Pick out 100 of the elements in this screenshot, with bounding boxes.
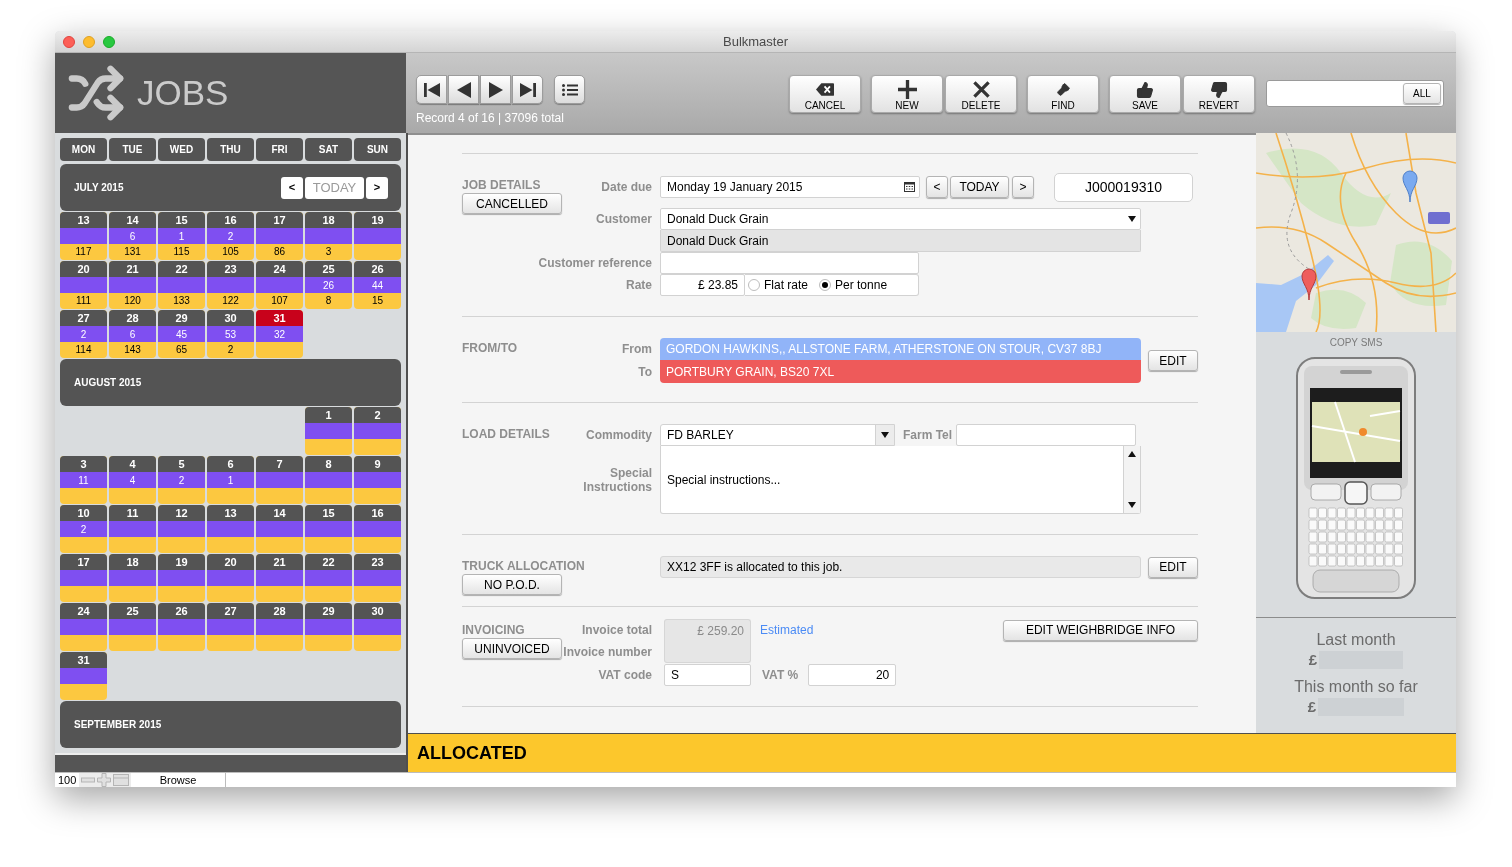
date-field[interactable]: Monday 19 January 2015	[660, 176, 920, 198]
calendar-day[interactable]: 22 133	[158, 261, 205, 309]
job-status-label: ALLOCATED	[417, 741, 527, 765]
calendar-day[interactable]: 19	[354, 212, 401, 260]
calendar-day[interactable]: 31 32	[256, 310, 303, 358]
lower-count: 117	[75, 246, 92, 258]
calendar-day[interactable]: 10 2	[60, 505, 107, 553]
calendar-day[interactable]: 24	[60, 603, 107, 651]
calendar-day[interactable]: 29	[305, 603, 352, 651]
previous-record-button[interactable]	[448, 75, 479, 104]
new-button[interactable]: NEW	[871, 75, 943, 113]
day-number: 23	[354, 554, 401, 570]
truck-allocation-field: XX12 3FF is allocated to this job.	[660, 556, 1141, 578]
revert-button[interactable]: REVERT	[1183, 75, 1255, 113]
calendar-day[interactable]: 29 45 65	[158, 310, 205, 358]
calendar-day[interactable]: 16	[354, 505, 401, 553]
calendar-day[interactable]: 11	[109, 505, 156, 553]
vat-code-field[interactable]: S	[664, 664, 751, 686]
calendar-day[interactable]: 5 2	[158, 456, 205, 504]
rate-type-option[interactable]: Per tonne	[819, 276, 888, 294]
zoom-level-field[interactable]: 100	[57, 773, 79, 787]
calendar-day[interactable]: 19	[158, 554, 205, 602]
calendar-day[interactable]: 30 53 2	[207, 310, 254, 358]
next-month-button[interactable]: >	[366, 176, 388, 199]
next-day-button[interactable]: >	[1012, 176, 1034, 198]
calendar-day[interactable]: 12	[158, 505, 205, 553]
calendar-day[interactable]: 24 107	[256, 261, 303, 309]
calendar-day[interactable]: 13 117	[60, 212, 107, 260]
rate-type-option[interactable]: Flat rate	[748, 276, 808, 294]
previous-month-button[interactable]: <	[281, 176, 303, 199]
calendar-day[interactable]: 23 122	[207, 261, 254, 309]
special-instructions-field[interactable]: Special instructions...	[660, 446, 1141, 514]
calendar-day[interactable]: 14 6 131	[109, 212, 156, 260]
scrollbar[interactable]	[1123, 446, 1140, 513]
calendar-day[interactable]: 6 1	[207, 456, 254, 504]
calendar-day[interactable]: 28	[256, 603, 303, 651]
customer-reference-field[interactable]	[660, 252, 919, 274]
calendar-day[interactable]: 18 3	[305, 212, 352, 260]
job-count-bar	[305, 521, 352, 537]
calendar-day[interactable]: 30	[354, 603, 401, 651]
customer-dropdown[interactable]: Donald Duck Grain	[660, 208, 1141, 230]
last-record-button[interactable]	[512, 75, 543, 104]
list-view-button[interactable]	[554, 75, 585, 104]
job-status-button[interactable]: CANCELLED	[462, 193, 562, 214]
calendar-day[interactable]: 31	[60, 652, 107, 700]
job-count-bar: 53	[207, 326, 254, 342]
commodity-dropdown[interactable]: FD BARLEY	[660, 424, 895, 446]
calendar-day[interactable]: 26 44 15	[354, 261, 401, 309]
farm-tel-field[interactable]	[956, 424, 1137, 446]
vat-percent-field[interactable]: 20	[808, 664, 897, 686]
edit-weighbridge-button[interactable]: EDIT WEIGHBRIDGE INFO	[1003, 619, 1198, 641]
pod-status-button[interactable]: NO P.O.D.	[462, 574, 562, 595]
calendar-day[interactable]: 25 26 8	[305, 261, 352, 309]
all-button[interactable]: ALL	[1403, 83, 1441, 104]
day-number: 7	[256, 456, 303, 472]
day-number: 27	[60, 310, 107, 326]
calendar-day[interactable]: 21 120	[109, 261, 156, 309]
caret-icon	[881, 432, 889, 438]
calendar-day[interactable]: 16 2 105	[207, 212, 254, 260]
edit-button[interactable]: EDIT	[1148, 350, 1198, 371]
calendar-day[interactable]: 22	[305, 554, 352, 602]
calendar-day[interactable]: 17 86	[256, 212, 303, 260]
calendar-day[interactable]: 18	[109, 554, 156, 602]
calendar-day[interactable]: 23	[354, 554, 401, 602]
calendar-day[interactable]: 2	[354, 407, 401, 455]
calendar-day[interactable]: 1	[305, 407, 352, 455]
calendar-day[interactable]: 13	[207, 505, 254, 553]
calendar-day[interactable]: 26	[158, 603, 205, 651]
rate-field[interactable]: £ 23.85	[660, 274, 745, 296]
close-button[interactable]	[63, 35, 75, 48]
delete-button[interactable]: DELETE	[945, 75, 1017, 113]
edit-button[interactable]: EDIT	[1148, 556, 1198, 578]
lower-count: 115	[173, 246, 190, 258]
today-button[interactable]: TODAY	[950, 176, 1009, 198]
next-record-button[interactable]	[480, 75, 511, 104]
previous-day-button[interactable]: <	[926, 176, 948, 198]
calendar-day[interactable]: 7	[256, 456, 303, 504]
calendar-day[interactable]: 27 2 114	[60, 310, 107, 358]
calendar-day[interactable]: 27	[207, 603, 254, 651]
lower-count: 120	[124, 295, 141, 307]
dropdown-option[interactable]: Donald Duck Grain	[660, 230, 1141, 252]
calendar-day[interactable]: 3 11	[60, 456, 107, 504]
calendar-day[interactable]: 20 111	[60, 261, 107, 309]
calendar-day[interactable]: 4 4	[109, 456, 156, 504]
calendar-day[interactable]: 14	[256, 505, 303, 553]
find-button[interactable]: FIND	[1027, 75, 1099, 113]
calendar-day[interactable]: 8	[305, 456, 352, 504]
invoice-status-button[interactable]: UNINVOICED	[462, 638, 562, 659]
save-button[interactable]: SAVE	[1109, 75, 1181, 113]
calendar-day[interactable]: 15	[305, 505, 352, 553]
calendar-day[interactable]: 25	[109, 603, 156, 651]
job-count-bar: 6	[109, 228, 156, 244]
calendar-day[interactable]: 21	[256, 554, 303, 602]
calendar-day[interactable]: 28 6 143	[109, 310, 156, 358]
calendar-day[interactable]: 17	[60, 554, 107, 602]
calendar-day[interactable]: 20	[207, 554, 254, 602]
calendar-day[interactable]: 9	[354, 456, 401, 504]
calendar-day[interactable]: 15 1 115	[158, 212, 205, 260]
cancel-button[interactable]: CANCEL	[789, 75, 861, 113]
first-record-button[interactable]	[416, 75, 447, 104]
